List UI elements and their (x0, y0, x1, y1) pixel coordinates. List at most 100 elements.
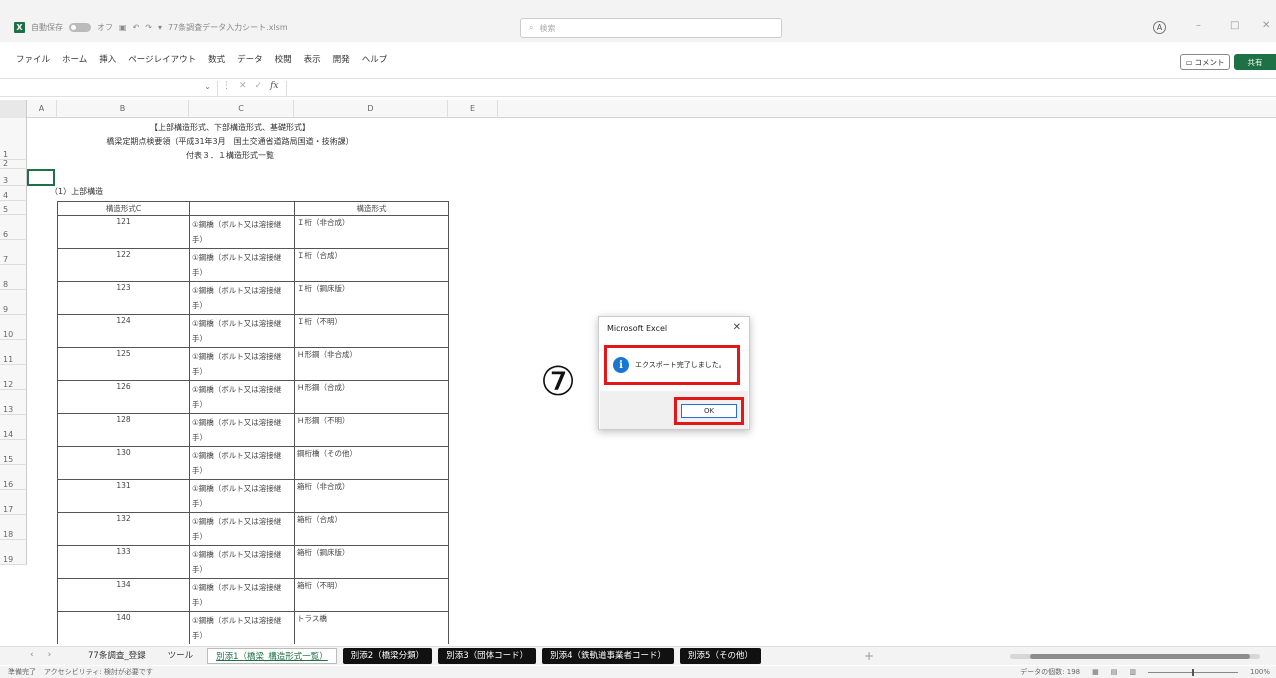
cell-kind[interactable]: ①鋼橋（ボルト又は溶接継手） (189, 413, 295, 447)
select-all-corner[interactable] (0, 100, 27, 118)
cell-code[interactable]: 130 (57, 446, 190, 480)
cell-form[interactable]: Ｈ形鋼（不明） (294, 413, 449, 447)
column-header-e[interactable]: E (448, 100, 498, 118)
row-header[interactable]: 16 (0, 465, 27, 490)
cell-code[interactable]: 124 (57, 314, 190, 348)
name-box[interactable]: ⌄ (14, 81, 218, 96)
cell-form[interactable]: 箱桁（合成） (294, 512, 449, 546)
maximize-icon[interactable]: □ (1230, 20, 1239, 31)
tab-page-layout[interactable]: ページレイアウト (128, 53, 196, 65)
horizontal-scrollbar[interactable] (1010, 654, 1260, 659)
page-layout-view-icon[interactable]: ▤ (1111, 668, 1118, 676)
autosave-toggle[interactable] (69, 23, 91, 32)
tab-formulas[interactable]: 数式 (208, 53, 225, 65)
row-header[interactable]: 1 (0, 118, 27, 160)
tab-view[interactable]: 表示 (304, 53, 321, 65)
header-cell-kind[interactable] (189, 201, 295, 216)
cell-form[interactable]: Ｉ桁（鋼床版） (294, 281, 449, 315)
row-header[interactable]: 13 (0, 390, 27, 415)
cell-kind[interactable]: ①鋼橋（ボルト又は溶接継手） (189, 545, 295, 579)
column-header-c[interactable]: C (189, 100, 294, 118)
row-header[interactable]: 15 (0, 440, 27, 465)
insert-function-icon[interactable]: fx (270, 81, 278, 91)
cell-code[interactable]: 132 (57, 512, 190, 546)
row-header[interactable]: 8 (0, 265, 27, 290)
cell-form[interactable]: Ｉ桁（合成） (294, 248, 449, 282)
tab-file[interactable]: ファイル (16, 53, 50, 65)
sheet-tab-annex2[interactable]: 別添2（橋梁分類） (342, 648, 433, 664)
row-header[interactable]: 7 (0, 240, 27, 265)
header-cell-code[interactable]: 構造形式C (57, 201, 190, 216)
normal-view-icon[interactable]: ▦ (1092, 668, 1099, 676)
row-header[interactable]: 5 (0, 201, 27, 215)
cancel-icon[interactable]: ✕ (239, 81, 247, 91)
row-header[interactable]: 19 (0, 540, 27, 565)
save-icon[interactable]: ▣ (119, 23, 127, 32)
share-button[interactable]: 共有 (1234, 54, 1276, 70)
cell-kind[interactable]: ①鋼橋（ボルト又は溶接継手） (189, 215, 295, 249)
tab-insert[interactable]: 挿入 (99, 53, 116, 65)
cell-kind[interactable]: ①鋼橋（ボルト又は溶接継手） (189, 347, 295, 381)
tab-help[interactable]: ヘルプ (362, 53, 388, 65)
sheet-tab-77-registration[interactable]: 77条調査_登録 (80, 648, 154, 664)
account-avatar[interactable]: A (1153, 21, 1166, 34)
cell-form[interactable]: トラス橋 (294, 611, 449, 644)
row-header[interactable]: 2 (0, 159, 27, 169)
cell-code[interactable]: 121 (57, 215, 190, 249)
cell-code[interactable]: 140 (57, 611, 190, 644)
sheet-tab-tools[interactable]: ツール (160, 648, 202, 664)
dialog-close-icon[interactable]: ✕ (733, 322, 741, 333)
cell-form[interactable]: Ｈ形鋼（合成） (294, 380, 449, 414)
cell-kind[interactable]: ①鋼橋（ボルト又は溶接継手） (189, 248, 295, 282)
cell-form[interactable]: 箱桁（鋼床版） (294, 545, 449, 579)
cell-code[interactable]: 134 (57, 578, 190, 612)
column-header-a[interactable]: A (27, 100, 57, 118)
cell-code[interactable]: 131 (57, 479, 190, 513)
row-header[interactable]: 17 (0, 490, 27, 515)
search-box[interactable]: ⌕ 検索 (520, 18, 782, 38)
cell-code[interactable]: 133 (57, 545, 190, 579)
file-name[interactable]: 77条調査データ入力シート.xlsm (168, 22, 288, 33)
cell-kind[interactable]: ①鋼橋（ボルト又は溶接継手） (189, 512, 295, 546)
column-header-b[interactable]: B (57, 100, 189, 118)
sheet-tab-annex4[interactable]: 別添4（鉄軌道事業者コード） (542, 648, 675, 664)
cell-code[interactable]: 123 (57, 281, 190, 315)
cell-kind[interactable]: ①鋼橋（ボルト又は溶接継手） (189, 380, 295, 414)
cell-code[interactable]: 128 (57, 413, 190, 447)
cell-code[interactable]: 125 (57, 347, 190, 381)
row-header[interactable]: 10 (0, 315, 27, 340)
row-header[interactable]: 12 (0, 365, 27, 390)
prev-sheet-icon[interactable]: ‹ (30, 650, 34, 660)
zoom-level[interactable]: 100% (1250, 668, 1270, 676)
cell-kind[interactable]: ①鋼橋（ボルト又は溶接継手） (189, 446, 295, 480)
cell-form[interactable]: 箱桁（不明） (294, 578, 449, 612)
page-break-view-icon[interactable]: ▥ (1129, 668, 1136, 676)
column-header-d[interactable]: D (294, 100, 448, 118)
sheet-tab-annex1[interactable]: 別添1（橋梁_構造形式一覧） (207, 648, 337, 664)
comment-button[interactable]: ▭ コメント (1180, 54, 1230, 70)
sheet-tab-annex5[interactable]: 別添5（その他） (680, 648, 761, 664)
undo-icon[interactable]: ↶ (133, 23, 140, 32)
sheet-tab-annex3[interactable]: 別添3（団体コード） (438, 648, 537, 664)
enter-icon[interactable]: ✓ (255, 81, 263, 91)
cell-code[interactable]: 122 (57, 248, 190, 282)
cell-kind[interactable]: ①鋼橋（ボルト又は溶接継手） (189, 281, 295, 315)
zoom-slider[interactable] (1147, 668, 1238, 676)
active-cell-a2[interactable] (27, 169, 55, 186)
row-header[interactable]: 18 (0, 515, 27, 540)
cell-form[interactable]: 鋼桁橋（その他） (294, 446, 449, 480)
row-header[interactable]: 4 (0, 186, 27, 201)
formula-input[interactable] (286, 81, 1261, 96)
row-header[interactable]: 14 (0, 415, 27, 440)
cell-form[interactable]: Ｉ桁（不明） (294, 314, 449, 348)
add-sheet-icon[interactable]: + (864, 649, 874, 663)
chevron-down-icon[interactable]: ⌄ (204, 82, 211, 91)
close-window-icon[interactable]: ✕ (1262, 20, 1270, 31)
cell-kind[interactable]: ①鋼橋（ボルト又は溶接継手） (189, 611, 295, 644)
row-header[interactable]: 3 (0, 169, 27, 186)
redo-icon[interactable]: ↷ (145, 23, 152, 32)
row-header[interactable]: 6 (0, 215, 27, 240)
cell-form[interactable]: Ｈ形鋼（非合成） (294, 347, 449, 381)
tab-home[interactable]: ホーム (62, 53, 87, 65)
header-cell-form[interactable]: 構造形式 (294, 201, 449, 216)
